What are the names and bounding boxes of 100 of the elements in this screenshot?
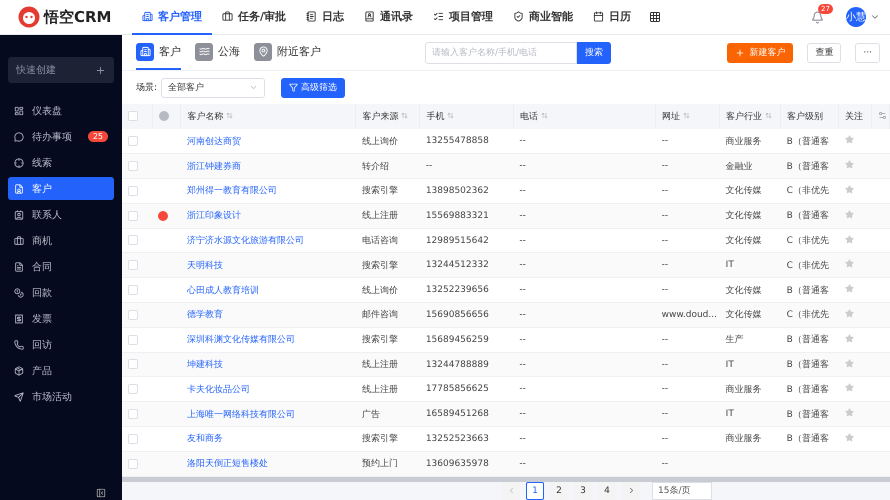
column-header[interactable]: 电话 xyxy=(520,112,538,122)
row-checkbox[interactable] xyxy=(128,359,138,370)
nav-tab[interactable]: 通讯录 xyxy=(354,0,424,34)
row-checkbox[interactable] xyxy=(128,434,138,444)
customer-link[interactable]: 浙江钟建券商 xyxy=(186,162,241,172)
search-field[interactable]: 请输入客户名称/手机/电话 xyxy=(425,42,577,64)
view-tab[interactable]: 附近客户 xyxy=(254,35,321,70)
page-button[interactable]: 2 xyxy=(550,482,568,500)
page-size-select[interactable]: 15条/页 xyxy=(652,482,712,500)
row-checkbox[interactable] xyxy=(128,260,138,270)
scrollbar[interactable] xyxy=(122,476,890,482)
sort-icon[interactable] xyxy=(401,112,408,119)
customer-link[interactable]: 河南创达商贸 xyxy=(186,136,241,147)
table-cell: C（非优先 xyxy=(786,186,829,196)
row-checkbox[interactable] xyxy=(128,186,138,196)
nav-tab[interactable]: 日志 xyxy=(296,0,354,34)
row-checkbox[interactable] xyxy=(128,458,138,469)
column-header[interactable]: 客户名称 xyxy=(187,112,224,122)
nav-tab[interactable]: 日历 xyxy=(583,0,642,34)
next-page-button[interactable] xyxy=(622,482,640,500)
sort-icon[interactable] xyxy=(226,112,234,119)
star-icon[interactable] xyxy=(844,234,854,244)
nav-tab[interactable]: 任务/审批 xyxy=(212,0,296,34)
nav-tab[interactable]: 商业智能 xyxy=(503,0,584,34)
table-cell: -- xyxy=(662,360,668,370)
customer-link[interactable]: 心田成人教育培训 xyxy=(186,286,259,296)
apps-grid-icon[interactable] xyxy=(649,11,662,23)
sidebar-item[interactable]: 客户 xyxy=(8,177,114,200)
star-icon[interactable] xyxy=(844,308,854,318)
star-icon[interactable] xyxy=(844,334,854,343)
sidebar-item[interactable]: 线索 xyxy=(8,151,114,174)
column-header[interactable]: 网址 xyxy=(662,112,680,122)
table-cell: B（普通客 xyxy=(786,384,829,395)
customer-link[interactable]: 浙江印象设计 xyxy=(186,211,241,222)
nav-tab[interactable]: 项目管理 xyxy=(423,0,504,34)
star-icon[interactable] xyxy=(844,135,854,144)
quick-create-field[interactable]: 快速创建 xyxy=(8,57,114,83)
row-checkbox[interactable] xyxy=(128,310,138,320)
view-tab[interactable]: 公海 xyxy=(195,35,240,70)
sidebar-item[interactable]: 商机 xyxy=(8,229,114,252)
customer-link[interactable]: 友和商务 xyxy=(186,434,223,444)
more-button[interactable]: ··· xyxy=(855,42,880,62)
sidebar-item[interactable]: 联系人 xyxy=(8,203,114,226)
star-icon[interactable] xyxy=(844,184,854,194)
sidebar-item[interactable]: 发票 xyxy=(8,307,114,330)
star-icon[interactable] xyxy=(844,432,854,442)
row-checkbox[interactable] xyxy=(128,235,138,246)
sort-icon[interactable] xyxy=(683,112,690,119)
customer-link[interactable]: 上海唯一网络科技有限公司 xyxy=(186,410,295,420)
prev-page-button[interactable] xyxy=(502,482,520,500)
star-icon[interactable] xyxy=(844,408,854,418)
customer-link[interactable]: 洛阳天倒正短售楼处 xyxy=(186,459,268,470)
star-icon[interactable] xyxy=(844,160,854,170)
star-icon[interactable] xyxy=(844,284,854,294)
sidebar-item[interactable]: 合同 xyxy=(8,255,114,278)
customer-link[interactable]: 郑州得一教育有限公司 xyxy=(186,186,277,196)
search-button[interactable]: 搜索 xyxy=(577,42,611,64)
customer-link[interactable]: 卡夫化妆品公司 xyxy=(186,384,250,395)
customer-link[interactable]: 坤建科技 xyxy=(186,360,223,370)
table-cell: 17785856625 xyxy=(426,384,489,394)
user-avatar[interactable]: 小慧 xyxy=(846,7,866,27)
advanced-filter-button[interactable]: 高级筛选 xyxy=(281,78,346,98)
column-header[interactable]: 手机 xyxy=(426,112,444,122)
page-button[interactable]: 4 xyxy=(598,482,616,500)
row-checkbox[interactable] xyxy=(128,384,138,394)
page-button[interactable]: 1 xyxy=(526,482,544,500)
customer-link[interactable]: 济宁济水源文化旅游有限公司 xyxy=(186,236,304,246)
row-checkbox[interactable] xyxy=(128,408,138,419)
sidebar-item[interactable]: 回访 xyxy=(8,333,114,356)
star-icon[interactable] xyxy=(844,210,854,219)
sidebar-item[interactable]: 待办事项 25 xyxy=(8,125,114,148)
star-icon[interactable] xyxy=(844,259,854,268)
plus-icon[interactable] xyxy=(95,64,106,76)
row-checkbox[interactable] xyxy=(128,160,138,171)
bell-icon[interactable] xyxy=(811,10,824,24)
sort-icon[interactable] xyxy=(447,112,454,119)
sidebar-item[interactable]: 产品 xyxy=(8,359,114,382)
dedupe-button[interactable]: 查重 xyxy=(807,42,842,62)
customer-link[interactable]: 德学教育 xyxy=(186,310,223,320)
row-checkbox[interactable] xyxy=(128,210,138,221)
customer-link[interactable]: 天明科技 xyxy=(186,260,223,271)
row-checkbox[interactable] xyxy=(128,334,138,345)
column-settings-icon[interactable] xyxy=(878,110,887,120)
table-cell: C（非优先 xyxy=(786,260,829,271)
sidebar-item[interactable]: 仪表盘 xyxy=(8,99,114,122)
customer-link[interactable]: 深圳科渊文化传媒有限公司 xyxy=(186,335,295,346)
star-icon[interactable] xyxy=(844,358,854,368)
table-cell: 15569883321 xyxy=(426,210,489,221)
sidebar-item[interactable]: 市场活动 xyxy=(8,385,114,408)
row-checkbox[interactable] xyxy=(128,136,138,146)
select-all-checkbox[interactable] xyxy=(128,111,138,122)
map-pin-icon xyxy=(254,42,272,60)
sort-icon[interactable] xyxy=(765,112,772,119)
star-icon[interactable] xyxy=(844,383,854,392)
sort-icon[interactable] xyxy=(540,112,548,119)
collapse-icon[interactable] xyxy=(96,488,106,498)
scene-select[interactable]: 全部客户 xyxy=(161,78,266,98)
page-button[interactable]: 3 xyxy=(574,482,592,500)
sidebar-item[interactable]: 回款 xyxy=(8,281,114,304)
row-checkbox[interactable] xyxy=(128,284,138,295)
